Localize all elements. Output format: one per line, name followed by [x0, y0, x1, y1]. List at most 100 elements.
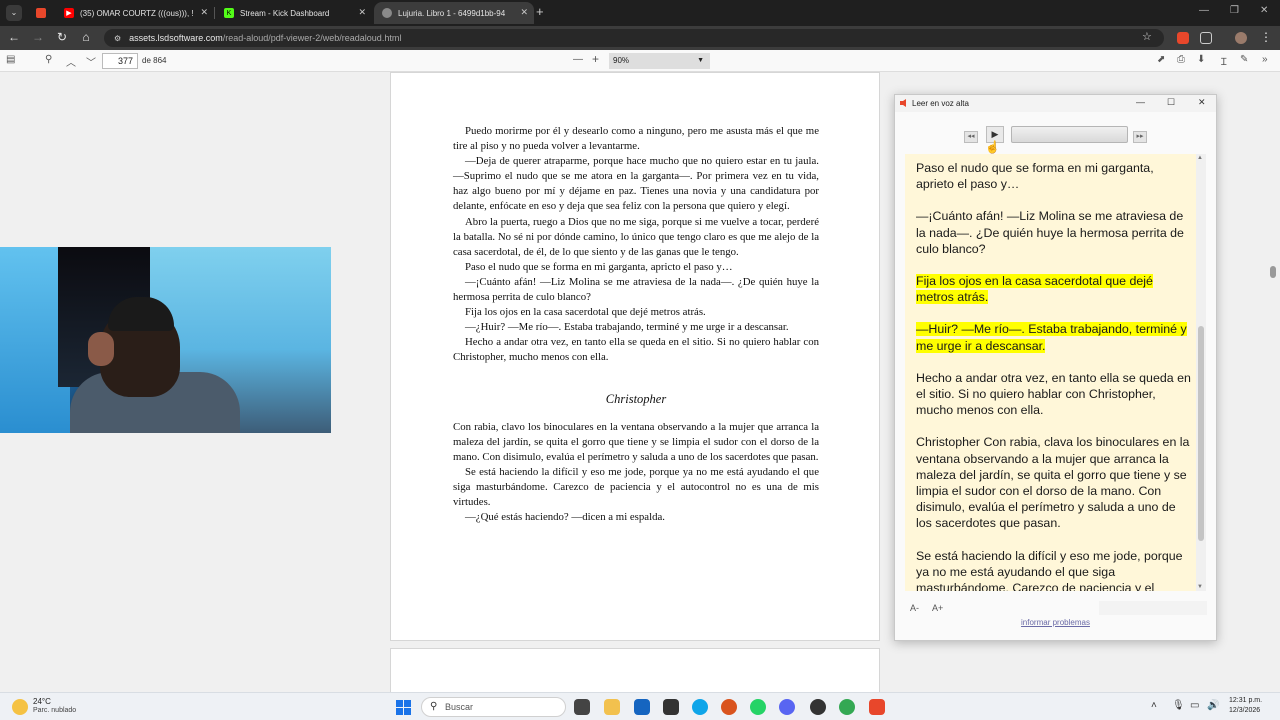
back-icon[interactable]: ←	[6, 30, 22, 44]
tab-label: Lujuria. Libro 1 - 6499d1bb-94	[398, 8, 506, 18]
forward-icon[interactable]: →	[30, 30, 46, 44]
read-aloud-window: Leer en voz alta — ☐ ✕ ◂◂ ▶ ▸▸ ☝ Paso el…	[894, 94, 1217, 641]
globe-icon	[382, 8, 392, 18]
page-scrollbar[interactable]	[1270, 266, 1276, 278]
zoom-in-icon[interactable]: +	[592, 52, 599, 66]
taskbar-search[interactable]: ⚲ Buscar	[421, 697, 566, 717]
font-larger-button[interactable]: A+	[932, 603, 943, 613]
search-icon[interactable]: ⚲	[45, 54, 52, 65]
sentence: Christopher Con rabia, clava los binocul…	[916, 435, 1190, 531]
read-aloud-title: Leer en voz alta	[912, 99, 969, 108]
capcut-icon[interactable]	[663, 699, 679, 715]
settings-area	[1099, 601, 1207, 615]
close-tab-icon[interactable]: ✕	[200, 7, 208, 18]
url-host: assets.lsdsoftware.com	[129, 33, 223, 43]
tab-label: (35) OMAR COURTZ (((ous))), !	[80, 8, 194, 18]
site-info-icon[interactable]: ⚙	[114, 34, 121, 43]
next-page-icon[interactable]: ﹀	[86, 54, 96, 69]
windows-start-icon[interactable]	[396, 700, 411, 715]
maximize-icon[interactable]: ❐	[1230, 5, 1239, 16]
clock-date[interactable]: 12/3/2026	[1229, 707, 1260, 714]
discord-icon[interactable]	[779, 699, 795, 715]
close-icon[interactable]: ✕	[1198, 97, 1206, 108]
zoom-out-icon[interactable]: —	[573, 54, 583, 65]
edge-icon[interactable]	[692, 699, 708, 715]
paragraph: —Deja de querer atraparme, porque hace m…	[453, 155, 819, 213]
read-aloud-extension-icon[interactable]	[1177, 32, 1189, 44]
pdf-page: Puedo morirme por él y desearlo como a n…	[390, 72, 880, 641]
microphone-icon[interactable]: 🎙	[1172, 700, 1185, 711]
network-icon[interactable]: ▭	[1190, 700, 1199, 711]
youtube-icon: ▶	[64, 8, 74, 18]
minimize-icon[interactable]: —	[1136, 97, 1145, 107]
bookmark-star-icon[interactable]: ☆	[1142, 30, 1152, 43]
close-tab-icon[interactable]: ✕	[358, 7, 366, 18]
read-aloud-paragraph: Se está haciendo la difícil y eso me jod…	[916, 548, 1193, 591]
tab-youtube[interactable]: ▶ (35) OMAR COURTZ (((ous))), ! ✕	[56, 2, 214, 24]
home-icon[interactable]: ⌂	[78, 30, 94, 44]
paragraph: Fija los ojos en la casa sacerdotal que …	[465, 306, 706, 319]
progress-bar[interactable]	[1011, 126, 1128, 143]
playback-controls: ◂◂ ▶ ▸▸ ☝	[895, 123, 1216, 154]
weather-condition[interactable]: Parc. nublado	[33, 707, 76, 714]
rewind-icon[interactable]: ◂◂	[964, 131, 978, 143]
new-tab-button[interactable]: +	[536, 4, 544, 19]
tab-search-button[interactable]: ⌄	[6, 5, 22, 21]
read-aloud-titlebar[interactable]: Leer en voz alta — ☐ ✕	[895, 95, 1216, 112]
read-aloud-taskbar-icon[interactable]	[869, 699, 885, 715]
minimize-icon[interactable]: —	[1199, 5, 1209, 16]
read-aloud-paragraph: Christopher Con rabia, clava los binocul…	[916, 434, 1193, 531]
print-icon[interactable]: ⎙	[1177, 54, 1185, 65]
paragraph: Hecho a andar otra vez, en tanto ella se…	[453, 336, 819, 364]
read-aloud-text[interactable]: Paso el nudo que se forma en mi garganta…	[905, 154, 1203, 591]
read-aloud-scrollbar[interactable]: ▲ ▼	[1196, 154, 1206, 591]
zoom-select[interactable]: 90% ▼	[609, 53, 710, 69]
search-placeholder: Buscar	[445, 702, 474, 712]
temperature[interactable]: 24°C	[33, 697, 51, 706]
extensions-icon[interactable]	[1200, 32, 1212, 44]
task-view-icon[interactable]	[574, 699, 590, 715]
previous-page-icon[interactable]: ︿	[66, 54, 76, 69]
weather-icon[interactable]	[12, 699, 28, 715]
tab-kick-dashboard[interactable]: K Stream - Kick Dashboard ✕	[216, 2, 372, 24]
page-number-input[interactable]: 377	[102, 53, 138, 69]
sidebar-toggle-icon[interactable]: ▤	[6, 54, 15, 65]
sentence: —¡Cuánto afán! —Liz Molina se me atravie…	[916, 209, 1184, 256]
maximize-icon[interactable]: ☐	[1167, 97, 1175, 108]
save-icon[interactable]: ⬇	[1197, 54, 1205, 65]
url-path: /read-aloud/pdf-viewer-2/web/readaloud.h…	[222, 33, 402, 43]
close-window-icon[interactable]: ✕	[1260, 5, 1268, 16]
highlighted-sentence: Fija los ojos en la casa sacerdotal que …	[916, 274, 1153, 305]
report-issues-link[interactable]: informar problemas	[895, 618, 1216, 627]
reload-icon[interactable]: ↻	[54, 30, 70, 44]
obs-icon[interactable]	[810, 699, 826, 715]
volume-icon[interactable]: 🔊	[1207, 700, 1219, 711]
whatsapp-icon[interactable]	[750, 699, 766, 715]
search-icon: ⚲	[430, 701, 438, 712]
show-hidden-icons-icon[interactable]: ˄	[1151, 700, 1157, 711]
page-count: de 864	[142, 56, 167, 65]
pdf-toolbar: ▤ ⚲ ︿ ﹀ 377 de 864 — + 90% ▼ ⬈ ⎙ ⬇ Ɪ ✎ »	[0, 50, 1280, 72]
file-explorer-icon[interactable]	[604, 699, 620, 715]
scroll-down-icon[interactable]: ▼	[1197, 584, 1203, 590]
scrollbar-thumb[interactable]	[1198, 326, 1204, 541]
tools-menu-icon[interactable]: »	[1262, 54, 1268, 65]
read-aloud-paragraph: —Huir? —Me río—. Estaba trabajando, term…	[916, 321, 1193, 353]
app-icon[interactable]	[721, 699, 737, 715]
store-icon[interactable]	[634, 699, 650, 715]
open-file-icon[interactable]: ⬈	[1157, 54, 1165, 65]
clock-time[interactable]: 12:31 p.m.	[1229, 697, 1262, 704]
forward-icon[interactable]: ▸▸	[1133, 131, 1147, 143]
read-aloud-paragraph: Hecho a andar otra vez, en tanto ella se…	[916, 370, 1193, 419]
tab-lujuria-active[interactable]: Lujuria. Libro 1 - 6499d1bb-94 ✕	[374, 2, 534, 24]
menu-icon[interactable]: ⋮	[1258, 30, 1274, 44]
chrome-icon[interactable]	[839, 699, 855, 715]
address-bar[interactable]: ⚙ assets.lsdsoftware.com/read-aloud/pdf-…	[104, 29, 1164, 47]
close-tab-icon[interactable]: ✕	[520, 7, 528, 18]
draw-icon[interactable]: ✎	[1240, 54, 1248, 65]
profile-avatar[interactable]	[1235, 32, 1247, 44]
font-smaller-button[interactable]: A-	[910, 603, 919, 613]
tab-pinned[interactable]	[28, 2, 56, 24]
text-cursor-icon[interactable]: Ɪ	[1221, 54, 1227, 68]
scroll-up-icon[interactable]: ▲	[1197, 155, 1203, 161]
